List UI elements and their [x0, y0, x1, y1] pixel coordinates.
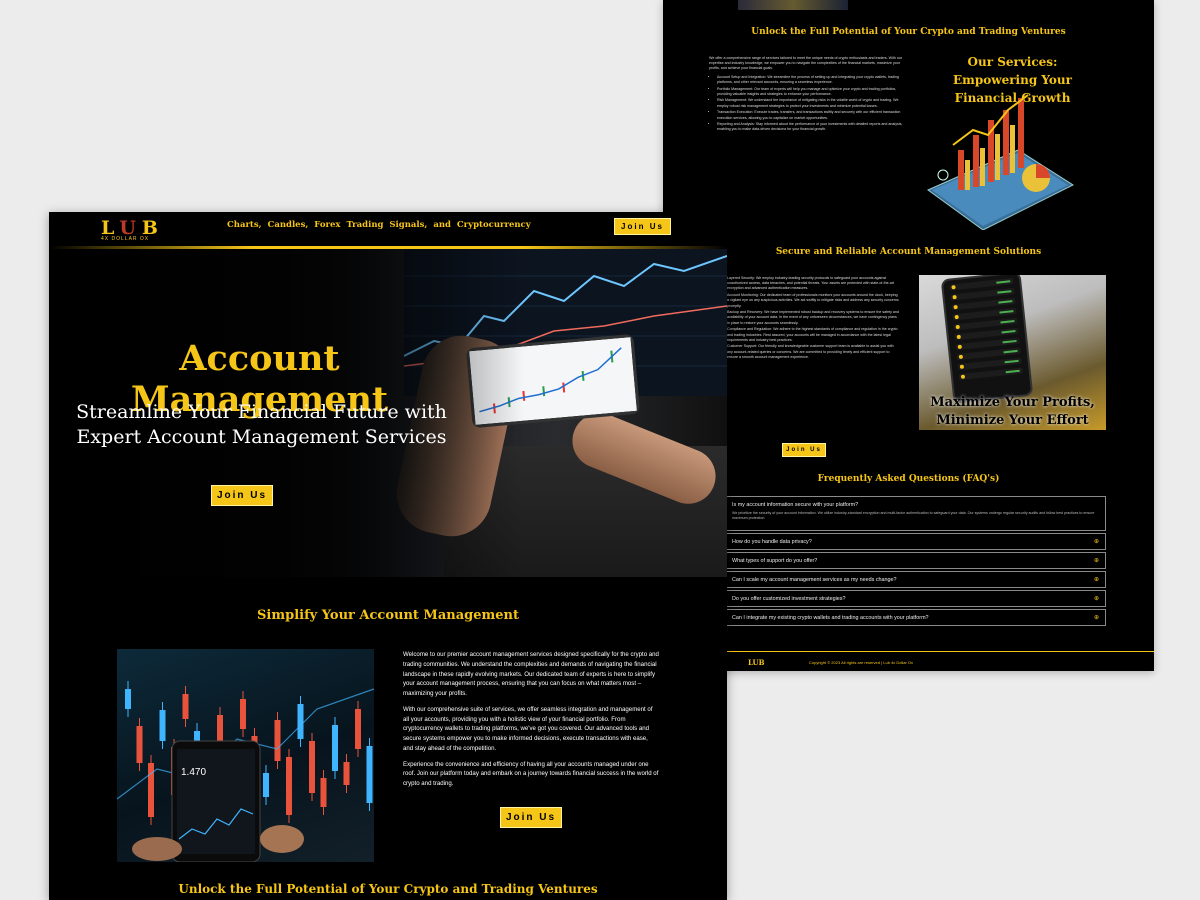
- unlock-title-front: Unlock the Full Potential of Your Crypto…: [178, 882, 598, 896]
- faq-question: How do you handle data privacy?: [732, 539, 812, 545]
- expand-icon[interactable]: ⊕: [1094, 613, 1099, 623]
- faq-item[interactable]: What types of support do you offer? ⊕: [726, 552, 1106, 569]
- expand-icon[interactable]: ⊕: [1094, 556, 1099, 566]
- hero-subtitle: Streamline Your Financial Future with Ex…: [76, 401, 447, 448]
- expand-icon[interactable]: ⊕: [1094, 594, 1099, 604]
- secure-paragraph: Layered Security: We employ industry-lea…: [727, 276, 895, 291]
- service-item: Reporting and Analysis: Stay informed ab…: [717, 122, 904, 132]
- secure-paragraph: Compliance and Regulation: We adhere to …: [727, 327, 898, 342]
- candle-body: [309, 741, 315, 793]
- services-text: We offer a comprehensive range of servic…: [709, 56, 904, 134]
- unlock-title: Unlock the Full Potential of Your Crypto…: [751, 27, 1066, 37]
- faq-question: Is my account information secure with yo…: [732, 502, 859, 508]
- faq-item[interactable]: Is my account information secure with yo…: [726, 496, 1106, 531]
- simplify-join-button[interactable]: Join Us: [500, 807, 562, 828]
- service-item: Account Setup and Integration: We stream…: [717, 75, 904, 85]
- candle-body: [274, 720, 281, 761]
- top-nav: LUB 4X DOLLAR OX Charts, Candles, Forex …: [49, 212, 727, 246]
- expand-icon[interactable]: ⊕: [1094, 575, 1099, 585]
- top-image-strip: [738, 0, 848, 10]
- candle-body: [355, 709, 361, 749]
- footer-copyright: Copyright © 2023 All rights are reserved…: [809, 660, 914, 665]
- service-item: Risk Management: We understand the impor…: [717, 98, 904, 108]
- hero-join-button[interactable]: Join Us: [211, 485, 273, 506]
- candle-body: [366, 746, 373, 803]
- services-intro: We offer a comprehensive range of servic…: [709, 56, 903, 71]
- candle-body: [297, 704, 304, 739]
- phone-illustration: [940, 275, 1034, 404]
- secure-title: Secure and Reliable Account Management S…: [775, 247, 1042, 257]
- faq-item[interactable]: Do you offer customized investment strat…: [726, 590, 1106, 607]
- phone-price-text: 1.470: [181, 767, 206, 778]
- secure-text: Layered Security: We employ industry-lea…: [727, 276, 899, 362]
- candle-body: [320, 778, 327, 807]
- simplify-paragraph: Experience the convenience and efficienc…: [403, 760, 659, 788]
- faq-title: Frequently Asked Questions (FAQ's): [817, 474, 1000, 484]
- secure-paragraph: Backup and Recovery: We have implemented…: [727, 310, 899, 325]
- simplify-text: Welcome to our premier account managemen…: [403, 650, 659, 795]
- candle-body: [136, 726, 143, 763]
- faq-question: Can I scale my account management servic…: [732, 577, 897, 583]
- back-page-screenshot: Unlock the Full Potential of Your Crypto…: [663, 0, 1154, 671]
- candle-body: [332, 725, 338, 771]
- services-list: Account Setup and Integration: We stream…: [709, 75, 904, 133]
- service-item: Portfolio Management: Our team of expert…: [717, 87, 904, 97]
- candle-body: [182, 694, 189, 719]
- hero-gold-line: [49, 246, 727, 249]
- secure-paragraph: Account Monitoring: Our dedicated team o…: [727, 293, 899, 308]
- phone-trading-image: Maximize Your Profits, Minimize Your Eff…: [919, 275, 1106, 430]
- candle-body: [286, 757, 292, 815]
- faq-list: Is my account information secure with yo…: [726, 496, 1106, 628]
- service-item: Transaction Execution: Execute trades, t…: [717, 110, 904, 120]
- phone-caption: Maximize Your Profits, Minimize Your Eff…: [930, 394, 1095, 428]
- candle-body: [159, 710, 166, 741]
- marquee-text: Charts, Candles, Forex Trading Signals, …: [227, 220, 531, 230]
- candle-body: [125, 689, 131, 709]
- faq-item[interactable]: How do you handle data privacy? ⊕: [726, 533, 1106, 550]
- footer: LUB Copyright © 2023 All rights are rese…: [663, 651, 1154, 671]
- simplify-title: Simplify Your Account Management: [257, 608, 519, 623]
- logo[interactable]: LUB 4X DOLLAR OX: [101, 217, 171, 245]
- faq-item[interactable]: Can I scale my account management servic…: [726, 571, 1106, 588]
- faq-question: Do you offer customized investment strat…: [732, 596, 846, 602]
- join-us-button[interactable]: Join Us: [782, 443, 826, 457]
- candle-body: [240, 699, 246, 729]
- candle-body: [263, 773, 269, 797]
- front-page-screenshot: LUB 4X DOLLAR OX Charts, Candles, Forex …: [49, 212, 727, 900]
- candlestick-image: 1.470: [117, 649, 374, 862]
- simplify-paragraph: Welcome to our premier account managemen…: [403, 651, 659, 697]
- candle-body: [343, 762, 350, 785]
- nav-join-button[interactable]: Join Us: [614, 218, 671, 235]
- 3d-chart-illustration: [927, 94, 1075, 230]
- candle-body: [148, 763, 154, 817]
- simplify-paragraph: With our comprehensive suite of services…: [403, 705, 653, 752]
- footer-logo[interactable]: LUB: [748, 658, 765, 667]
- expand-icon[interactable]: ⊕: [1094, 537, 1099, 547]
- secure-paragraph: Customer Support: Our friendly and knowl…: [727, 344, 894, 359]
- faq-question: What types of support do you offer?: [732, 558, 818, 564]
- faq-answer: We prioritize the security of your accou…: [732, 511, 1095, 521]
- faq-question: Can I integrate my existing crypto walle…: [732, 615, 929, 621]
- faq-item[interactable]: Can I integrate my existing crypto walle…: [726, 609, 1106, 626]
